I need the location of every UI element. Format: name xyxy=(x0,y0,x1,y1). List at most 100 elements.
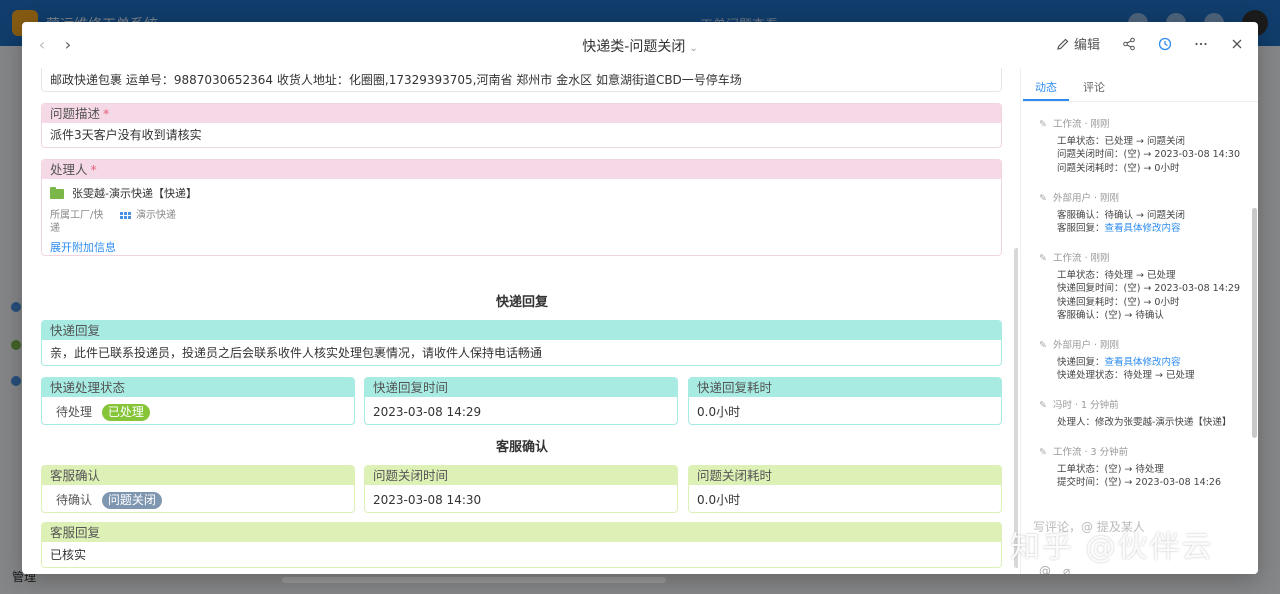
close-duration-field[interactable]: 问题关闭耗时 0.0小时 xyxy=(688,465,1002,513)
handler-label: 处理人 xyxy=(50,162,88,177)
problem-desc-value: 派件3天客户没有收到请核实 xyxy=(50,128,202,142)
feed-item-title: ✎ 工作流 · 刚刚 xyxy=(1039,252,1257,266)
tab-underline xyxy=(1023,99,1069,101)
pencil-icon: ✎ xyxy=(1039,119,1047,130)
close-duration-header: 问题关闭耗时 xyxy=(689,466,1001,485)
close-button[interactable] xyxy=(1230,37,1244,51)
tab-comments[interactable]: 评论 xyxy=(1083,79,1105,95)
grid-icon xyxy=(120,211,131,219)
edit-button[interactable]: 编辑 xyxy=(1056,34,1100,53)
address-value: 邮政快递包裹 运单号：9887030652364 收货人地址：化圈圈,17329… xyxy=(50,73,742,87)
share-button[interactable] xyxy=(1122,37,1136,51)
handler-name: 张雯越-演示快递【快递】 xyxy=(72,187,197,200)
handler-meta-right: 演示快递 xyxy=(120,209,176,235)
handler-entry[interactable]: 张雯越-演示快递【快递】 xyxy=(50,185,993,203)
activity-scrollbar[interactable] xyxy=(1252,208,1257,438)
problem-desc-header: 问题描述 * xyxy=(42,104,1001,123)
feed-item-title: ✎ 工作流 · 刚刚 xyxy=(1039,118,1257,132)
problem-desc-label: 问题描述 xyxy=(50,106,101,121)
pencil-icon: ✎ xyxy=(1039,447,1047,458)
more-button[interactable] xyxy=(1194,37,1208,51)
feed-line: 快递回复耗时：(空) → 0小时 xyxy=(1057,296,1180,308)
feed-line-prefix: 客服回复： xyxy=(1057,223,1105,234)
feed-line: 问题关闭时间：(空) → 2023-03-08 14:30 xyxy=(1057,149,1241,160)
express-reply-duration-header: 快递回复耗时 xyxy=(689,378,1001,397)
view-changes-link[interactable]: 查看具体修改内容 xyxy=(1105,357,1181,368)
feed-line: 问题关闭耗时：(空) → 0小时 xyxy=(1057,162,1180,174)
feed-line: 处理人：修改为张雯越-演示快递【快递】 xyxy=(1057,416,1232,428)
share-icon xyxy=(1123,37,1135,50)
clock-icon xyxy=(1158,37,1172,50)
feed-line: 客服回复：查看具体修改内容 xyxy=(1039,222,1257,236)
section-service-confirm: 客服确认 xyxy=(495,440,548,455)
express-status-field[interactable]: 快递处理状态 待处理 已处理 xyxy=(41,377,355,425)
feed-item-title: ✎ 外部用户 · 刚刚 xyxy=(1039,192,1257,206)
activity-panel: 动态 评论 ✎ 工作流 · 刚刚 工单状态：已处理 → 问题关闭 问题关闭时间：(… xyxy=(1020,68,1258,574)
close-icon xyxy=(1232,39,1242,48)
close-time-field[interactable]: 问题关闭时间 2023-03-08 14:30 xyxy=(364,465,678,513)
pencil-icon xyxy=(1057,38,1069,50)
modal-title-text: 快递类-问题关闭 xyxy=(582,39,686,55)
record-content: 邮政快递包裹 运单号：9887030652364 收货人地址：化圈圈,17329… xyxy=(22,68,1018,574)
pencil-icon: ✎ xyxy=(1039,193,1047,204)
view-changes-link[interactable]: 查看具体修改内容 xyxy=(1105,223,1181,234)
express-reply-duration-field[interactable]: 快递回复耗时 0.0小时 xyxy=(688,377,1002,425)
activity-tabs: 动态 评论 xyxy=(1021,68,1258,102)
express-status-options: 待处理 已处理 xyxy=(42,397,354,424)
feed-item: ✎ 工作流 · 刚刚 工单状态：已处理 → 问题关闭 问题关闭时间：(空) → 2… xyxy=(1039,118,1257,175)
feed-item: ✎ 工作流 · 刚刚 工单状态：待处理 → 已处理 快递回复时间：(空) → 20… xyxy=(1039,252,1257,323)
handler-field[interactable]: 处理人 * 张雯越-演示快递【快递】 所属工厂/快递 演示快递 展开附加信息 xyxy=(41,159,1002,256)
feed-line-prefix: 快递回复： xyxy=(1057,356,1105,368)
modal-header: ‹ › 快递类-问题关闭 ⌄ 编辑 xyxy=(22,22,1258,68)
horizontal-scrollbar[interactable] xyxy=(282,577,666,583)
service-reply-field[interactable]: 客服回复 已核实 xyxy=(41,522,1002,568)
feed-line: 工单状态：已处理 → 问题关闭 xyxy=(1057,135,1185,147)
feed-item-title-text: 工作流 · 刚刚 xyxy=(1052,253,1110,264)
close-time-value: 2023-03-08 14:30 xyxy=(373,493,482,507)
problem-desc-field[interactable]: 问题描述 * 派件3天客户没有收到请核实 xyxy=(41,103,1002,148)
express-reply-time-value: 2023-03-08 14:29 xyxy=(373,405,482,419)
address-field: 邮政快递包裹 运单号：9887030652364 收货人地址：化圈圈,17329… xyxy=(41,68,1002,92)
feed-line: 提交时间：(空) → 2023-03-08 14:26 xyxy=(1057,477,1222,488)
express-reply-field[interactable]: 快递回复 亲，此件已联系投递员，投递员之后会联系收件人核实处理包裹情况，请收件人… xyxy=(41,320,1002,366)
feed-item: ✎ 工作流 · 3 分钟前 工单状态：(空) → 待处理 提交时间：(空) → 2… xyxy=(1039,446,1257,490)
history-button[interactable] xyxy=(1158,37,1172,51)
status-option-selected[interactable]: 已处理 xyxy=(101,404,150,421)
tab-activity[interactable]: 动态 xyxy=(1035,79,1057,95)
express-reply-time-field[interactable]: 快递回复时间 2023-03-08 14:29 xyxy=(364,377,678,425)
watermark: 知乎 @伙伴云 xyxy=(1010,530,1214,565)
close-time-header: 问题关闭时间 xyxy=(365,466,677,485)
close-duration-value: 0.0小时 xyxy=(697,493,741,507)
handler-meta-right-text: 演示快递 xyxy=(136,210,176,221)
pencil-icon: ✎ xyxy=(1039,400,1047,411)
section-express-reply: 快递回复 xyxy=(495,295,548,310)
service-reply-header: 客服回复 xyxy=(42,523,1001,542)
confirm-option-selected[interactable]: 问题关闭 xyxy=(101,492,162,509)
status-option-pending[interactable]: 待处理 xyxy=(56,403,92,421)
more-icon xyxy=(1195,42,1207,45)
record-modal: ‹ › 快递类-问题关闭 ⌄ 编辑 邮政快递包裹 运单号：98870306523… xyxy=(22,22,1258,574)
edit-label: 编辑 xyxy=(1073,38,1100,53)
required-mark: * xyxy=(103,106,110,121)
feed-item-title: ✎ 冯时 · 1 分钟前 xyxy=(1039,399,1257,413)
feed-line: 快递处理状态：待处理 → 已处理 xyxy=(1057,370,1195,381)
required-mark: * xyxy=(90,162,97,177)
handler-meta-left: 所属工厂/快递 xyxy=(50,210,104,234)
confirm-option-pending[interactable]: 待确认 xyxy=(56,491,92,509)
feed-item-title: ✎ 工作流 · 3 分钟前 xyxy=(1039,446,1257,460)
handler-body: 张雯越-演示快递【快递】 所属工厂/快递 演示快递 展开附加信息 xyxy=(42,179,1001,255)
feed-item-title-text: 冯时 · 1 分钟前 xyxy=(1052,400,1119,411)
express-reply-duration-value: 0.0小时 xyxy=(697,405,741,419)
express-status-header: 快递处理状态 xyxy=(42,378,354,397)
feed-item: ✎ 外部用户 · 刚刚 客服确认：待确认 → 问题关闭 客服回复：查看具体修改内容 xyxy=(1039,192,1257,236)
express-reply-header: 快递回复 xyxy=(42,321,1001,340)
service-confirm-field[interactable]: 客服确认 待确认 问题关闭 xyxy=(41,465,355,513)
handler-header: 处理人 * xyxy=(42,160,1001,179)
activity-feed: ✎ 工作流 · 刚刚 工单状态：已处理 → 问题关闭 问题关闭时间：(空) → 2… xyxy=(1021,108,1258,494)
expand-extra-info-link[interactable]: 展开附加信息 xyxy=(50,239,993,255)
service-confirm-header: 客服确认 xyxy=(42,466,354,485)
chevron-down-icon[interactable]: ⌄ xyxy=(689,43,697,54)
feed-line: 快递回复时间：(空) → 2023-03-08 14:29 xyxy=(1057,283,1241,294)
service-confirm-options: 待确认 问题关闭 xyxy=(42,485,354,512)
content-scrollbar[interactable] xyxy=(1014,248,1018,568)
